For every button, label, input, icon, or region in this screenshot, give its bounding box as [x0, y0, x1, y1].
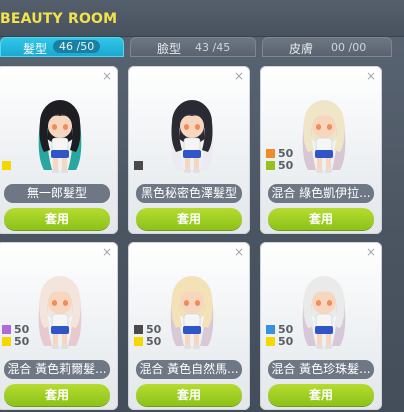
- hair-style-name: 黑色秘密色澤髮型: [136, 184, 242, 203]
- character-avatar: [38, 276, 82, 349]
- hair-card[interactable]: × 50 50 混合 黃色自然馬... 套用: [128, 242, 250, 410]
- tab-face-count: 43 /45: [195, 41, 231, 54]
- close-icon[interactable]: ×: [366, 245, 376, 259]
- close-icon[interactable]: ×: [234, 245, 244, 259]
- color-mix-legend: 50 50: [2, 324, 29, 348]
- color-mix-percent: 50: [278, 159, 294, 172]
- apply-button[interactable]: 套用: [4, 384, 110, 406]
- tab-face[interactable]: 臉型 43 /45: [130, 37, 256, 57]
- close-icon[interactable]: ×: [102, 245, 112, 259]
- close-icon[interactable]: ×: [366, 69, 376, 83]
- color-mix-legend: 50 50: [134, 324, 161, 348]
- tab-hair-label: 髮型: [23, 42, 48, 56]
- color-mix-legend: 50 50: [266, 324, 293, 348]
- color-mix-row: [134, 160, 146, 172]
- hair-card[interactable]: × 無一郎髮型套用: [0, 66, 118, 234]
- color-mix-percent: 50: [278, 335, 294, 348]
- color-mix-row: 50: [134, 336, 161, 348]
- apply-button[interactable]: 套用: [268, 384, 374, 406]
- color-mix-percent: 50: [146, 335, 162, 348]
- apply-button[interactable]: 套用: [268, 208, 374, 230]
- color-mix-legend: [134, 160, 146, 172]
- character-avatar: [302, 276, 346, 349]
- tab-skin[interactable]: 皮膚 00 /00: [262, 37, 392, 57]
- tab-face-label: 臉型: [157, 42, 182, 56]
- color-swatch: [2, 325, 11, 334]
- color-swatch: [2, 337, 11, 346]
- hair-card[interactable]: × 50 50 混合 黃色莉爾髮... 套用: [0, 242, 118, 410]
- color-swatch: [266, 149, 275, 158]
- tab-skin-count: 00 /00: [331, 41, 367, 54]
- color-swatch: [134, 325, 143, 334]
- character-avatar: [38, 100, 82, 173]
- apply-button[interactable]: 套用: [136, 208, 242, 230]
- beauty-room-panel: BEAUTY ROOM 髮型 46 /50 臉型 43 /45 皮膚 00 /0…: [0, 0, 404, 412]
- color-swatch: [2, 161, 11, 170]
- character-avatar: [170, 276, 214, 349]
- title-bar[interactable]: BEAUTY ROOM: [0, 0, 404, 37]
- close-icon[interactable]: ×: [234, 69, 244, 83]
- character-avatar: [170, 100, 214, 173]
- color-mix-legend: 50 50: [266, 148, 293, 172]
- hair-style-name: 無一郎髮型: [4, 184, 110, 203]
- character-avatar: [302, 100, 346, 173]
- hair-style-name: 混合 綠色凱伊拉...: [268, 184, 374, 203]
- color-mix-row: 50: [2, 336, 29, 348]
- color-mix-row: [2, 160, 14, 172]
- hair-card[interactable]: × 50 50 混合 綠色凱伊拉... 套用: [260, 66, 382, 234]
- color-swatch: [266, 161, 275, 170]
- color-swatch: [134, 337, 143, 346]
- color-mix-row: 50: [266, 160, 293, 172]
- tab-hair-count: 46 /50: [53, 40, 101, 53]
- apply-button[interactable]: 套用: [4, 208, 110, 230]
- color-swatch: [134, 161, 143, 170]
- color-swatch: [266, 325, 275, 334]
- color-mix-percent: 50: [14, 335, 30, 348]
- hair-card[interactable]: × 黑色秘密色澤髮型 套用: [128, 66, 250, 234]
- apply-button[interactable]: 套用: [136, 384, 242, 406]
- hair-style-name: 混合 黃色莉爾髮...: [4, 360, 110, 379]
- tab-skin-label: 皮膚: [289, 42, 314, 56]
- color-mix-legend: [2, 160, 14, 172]
- hair-card[interactable]: × 50 50 混合 黃色珍珠髮... 套用: [260, 242, 382, 410]
- close-icon[interactable]: ×: [102, 69, 112, 83]
- window-title: BEAUTY ROOM: [0, 11, 118, 27]
- color-swatch: [266, 337, 275, 346]
- color-mix-row: 50: [266, 336, 293, 348]
- hair-style-name: 混合 黃色自然馬...: [136, 360, 242, 379]
- tab-hair[interactable]: 髮型 46 /50: [0, 37, 124, 57]
- hair-style-name: 混合 黃色珍珠髮...: [268, 360, 374, 379]
